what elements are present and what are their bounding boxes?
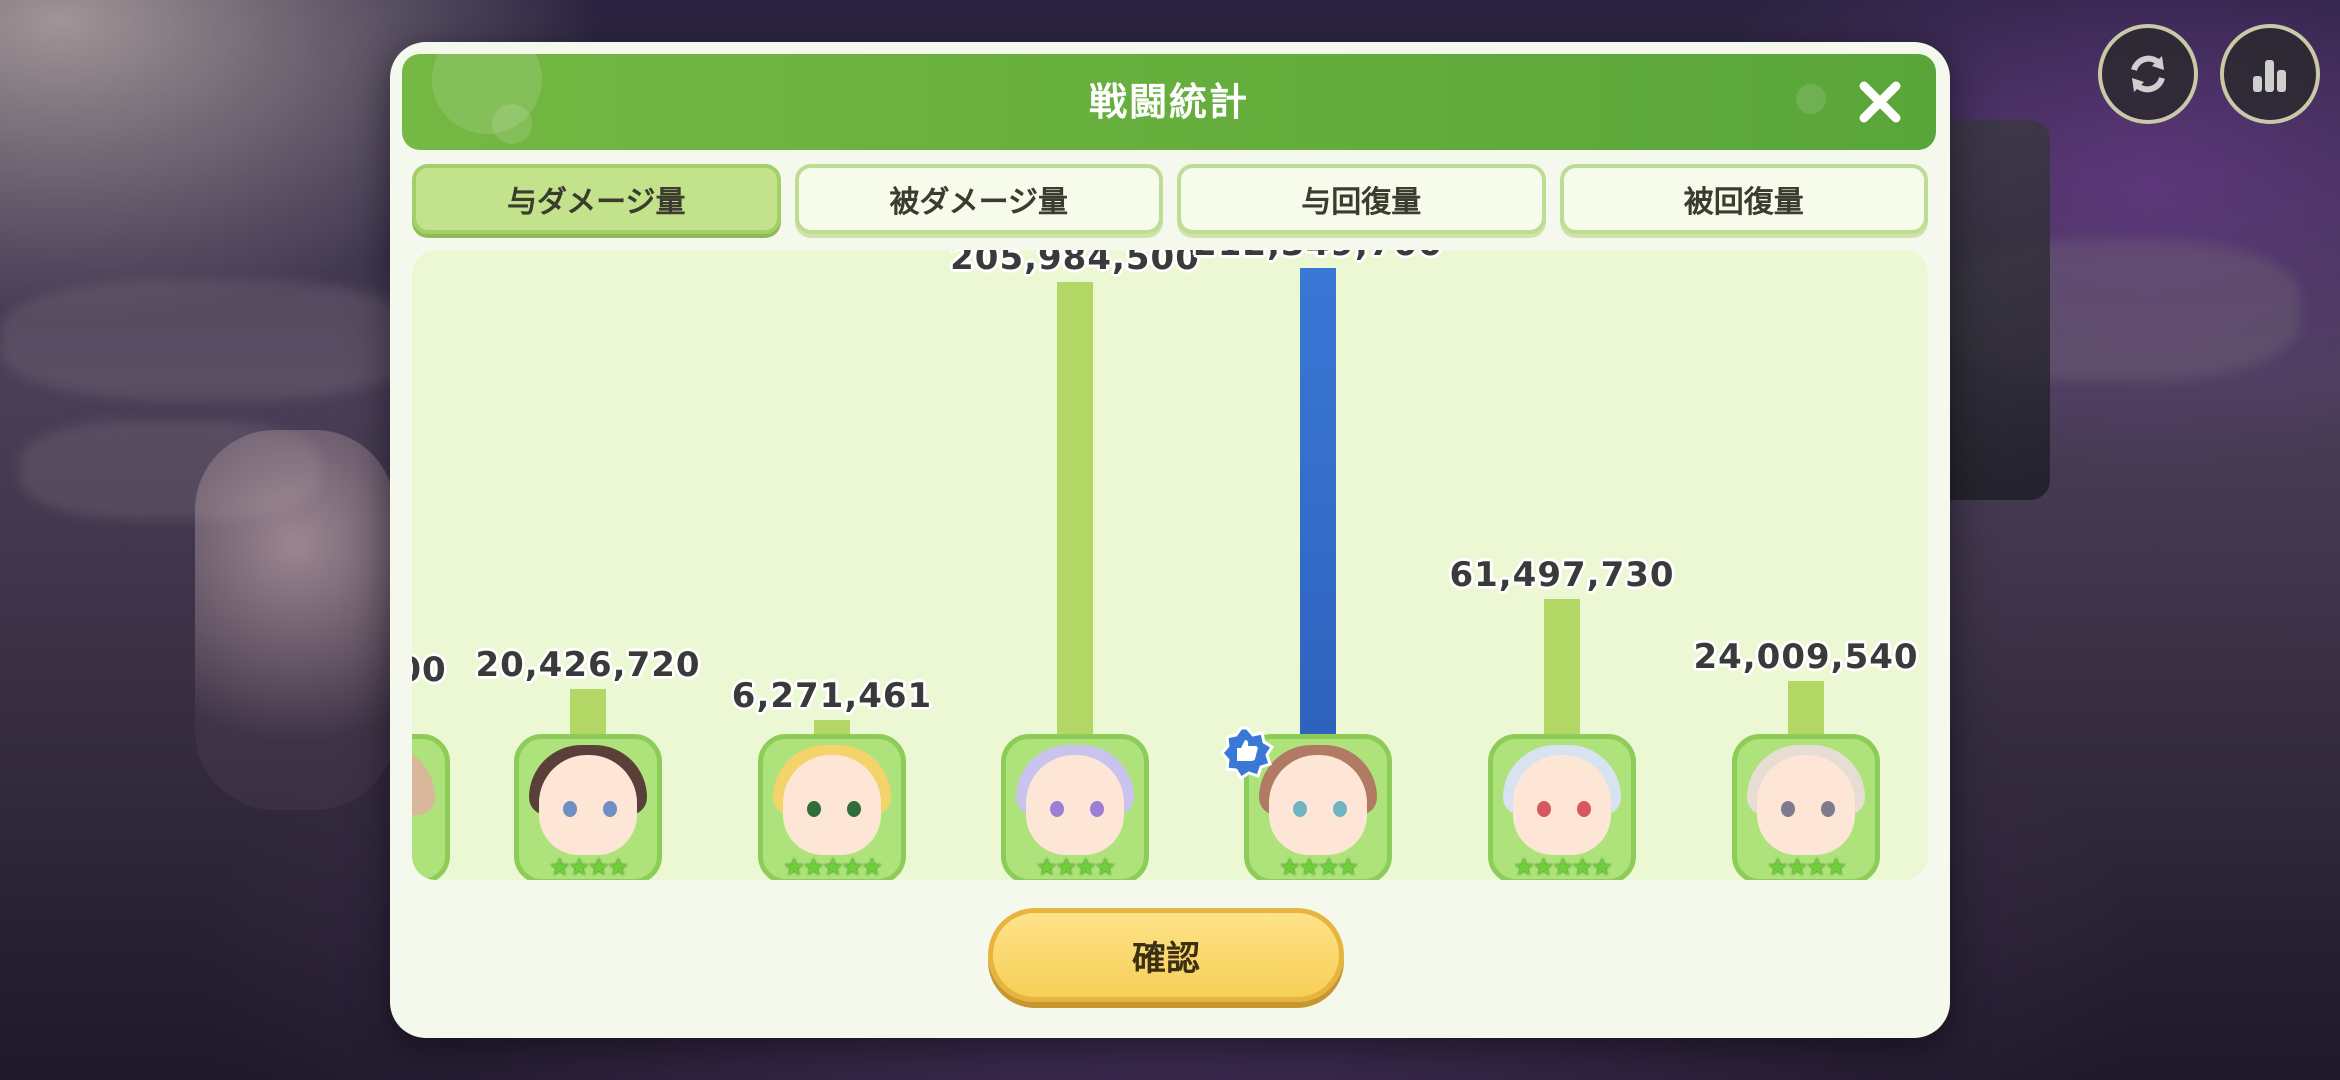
- close-icon[interactable]: [1852, 74, 1908, 130]
- bar: [570, 689, 606, 734]
- bar: [1544, 599, 1580, 734]
- portrait-face: [539, 755, 637, 855]
- portrait-eye: [847, 801, 861, 817]
- portrait-eye: [563, 801, 577, 817]
- battle-stats-dialog: 戦闘統計 与ダメージ量 被ダメージ量 与回復量 被回復量 00 20,426,7…: [390, 42, 1950, 1038]
- star-rating: ★★★★: [548, 853, 629, 880]
- portrait-eye: [1050, 801, 1064, 817]
- character-portrait[interactable]: [412, 734, 450, 880]
- confirm-button[interactable]: 確認: [988, 908, 1344, 1002]
- bar: [1788, 681, 1824, 734]
- bar-value-label: 20,426,720: [475, 645, 701, 685]
- portrait-face: [1026, 755, 1124, 855]
- tab-damage-dealt[interactable]: 与ダメージ量: [412, 164, 781, 234]
- bar-chart-icon: [2253, 60, 2286, 92]
- portrait-eye: [1821, 801, 1835, 817]
- character-portrait[interactable]: ★★★★★: [758, 734, 906, 880]
- star-rating: ★★★★: [1035, 853, 1116, 880]
- bar-value-label: 61,497,730: [1449, 555, 1675, 595]
- refresh-button[interactable]: [2098, 24, 2198, 124]
- stat-tabs: 与ダメージ量 被ダメージ量 与回復量 被回復量: [412, 164, 1928, 238]
- background-rock: [0, 280, 420, 400]
- bar: [814, 720, 850, 734]
- portrait-eye: [807, 801, 821, 817]
- background-characters: [195, 430, 395, 810]
- star-rating: ★★★★★: [1513, 853, 1613, 880]
- character-portrait[interactable]: ★★★★★: [1488, 734, 1636, 880]
- stats-button[interactable]: [2220, 24, 2320, 124]
- character-portrait[interactable]: ★★★★: [1732, 734, 1880, 880]
- star-rating: ★★★★: [1766, 853, 1847, 880]
- bar-value-label: 212,349,700: [1188, 250, 1448, 264]
- tab-healing-done[interactable]: 与回復量: [1177, 164, 1546, 234]
- portrait-face: [783, 755, 881, 855]
- bar-value-label: 24,009,540: [1693, 637, 1919, 677]
- damage-chart: 00 20,426,720★★★★6,271,461★★★★★205,984,5…: [412, 250, 1928, 880]
- top-damage-badge-icon: [1220, 726, 1274, 780]
- refresh-icon: [2131, 55, 2165, 93]
- star-rating: ★★★★★: [783, 853, 883, 880]
- portrait-eye: [1781, 801, 1795, 817]
- dialog-header: 戦闘統計: [402, 54, 1936, 150]
- portrait-eye: [1333, 801, 1347, 817]
- portrait-eye: [1293, 801, 1307, 817]
- portrait-face: [1513, 755, 1611, 855]
- character-portrait[interactable]: ★★★★: [1001, 734, 1149, 880]
- bar: [1057, 282, 1093, 734]
- bar-value-label: 205,984,500: [950, 250, 1200, 278]
- tab-healing-received[interactable]: 被回復量: [1559, 164, 1928, 234]
- dialog-title: 戦闘統計: [1088, 80, 1249, 124]
- star-rating: ★★★★: [1278, 853, 1359, 880]
- bar-value-label: 6,271,461: [731, 676, 933, 716]
- portrait-eye: [1577, 801, 1591, 817]
- portrait-eye: [1537, 801, 1551, 817]
- bar-highlight: [1300, 268, 1336, 734]
- character-portrait[interactable]: ★★★★: [514, 734, 662, 880]
- tab-damage-taken[interactable]: 被ダメージ量: [794, 164, 1163, 234]
- portrait-face: [1757, 755, 1855, 855]
- portrait-eye: [603, 801, 617, 817]
- portrait-face: [1269, 755, 1367, 855]
- portrait-eye: [1090, 801, 1104, 817]
